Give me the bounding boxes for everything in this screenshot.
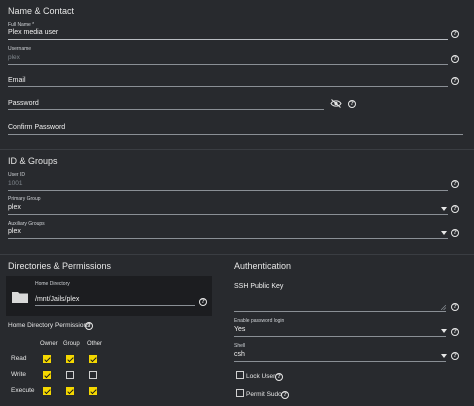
home-dir-label: Home Directory xyxy=(35,281,70,287)
lock-user-label: Lock User xyxy=(246,373,276,380)
checkbox-write-other[interactable] xyxy=(89,371,97,379)
checkbox-read-owner[interactable] xyxy=(43,355,51,363)
checkbox-read-other[interactable] xyxy=(89,355,97,363)
aux-groups-label: Auxiliary Groups xyxy=(8,221,45,227)
enable-password-select[interactable]: Yes xyxy=(234,326,245,333)
permit-sudo-label: Permit Sudo xyxy=(246,391,282,398)
section-divider xyxy=(0,149,474,150)
section-title-id-groups: ID & Groups xyxy=(8,156,58,166)
email-input[interactable]: Email xyxy=(8,77,26,84)
col-other: Other xyxy=(87,341,103,347)
ssh-key-label: SSH Public Key xyxy=(234,283,284,290)
primary-group-label: Primary Group xyxy=(8,196,41,202)
primary-group-select[interactable]: plex xyxy=(8,204,21,211)
checkbox-execute-group[interactable] xyxy=(66,387,74,395)
help-icon[interactable]: ? xyxy=(451,303,459,311)
caret-down-icon[interactable] xyxy=(441,354,447,358)
section-title-authentication: Authentication xyxy=(234,261,292,271)
ssh-key-textarea[interactable] xyxy=(234,293,446,311)
perms-label: Home Directory Permissions xyxy=(8,322,91,329)
row-read-label: Read xyxy=(11,355,27,362)
ssh-key-underline xyxy=(234,311,446,312)
aux-groups-underline xyxy=(8,238,448,239)
confirm-password-input[interactable]: Confirm Password xyxy=(8,124,65,131)
help-icon[interactable]: ? xyxy=(275,373,283,381)
col-owner: Owner xyxy=(40,341,58,347)
eye-off-icon[interactable] xyxy=(330,99,342,108)
help-icon[interactable]: ? xyxy=(451,229,459,237)
caret-down-icon[interactable] xyxy=(441,329,447,333)
full-name-label: Full Name * xyxy=(8,22,35,28)
section-title-directories: Directories & Permissions xyxy=(8,261,112,271)
help-icon[interactable]: ? xyxy=(451,328,459,336)
checkbox-read-group[interactable] xyxy=(66,355,74,363)
caret-down-icon[interactable] xyxy=(441,207,447,211)
help-icon[interactable]: ? xyxy=(451,180,459,188)
shell-underline xyxy=(234,361,446,362)
checkbox-execute-owner[interactable] xyxy=(43,387,51,395)
checkbox-write-group[interactable] xyxy=(66,371,74,379)
section-divider xyxy=(0,254,474,255)
help-icon[interactable]: ? xyxy=(348,100,356,108)
permit-sudo-checkbox[interactable] xyxy=(236,389,244,397)
email-underline xyxy=(8,86,448,87)
section-title-name-contact: Name & Contact xyxy=(8,6,75,16)
checkbox-execute-other[interactable] xyxy=(89,387,97,395)
aux-groups-select[interactable]: plex xyxy=(8,228,21,235)
resize-handle-icon[interactable] xyxy=(441,305,446,310)
password-underline xyxy=(8,109,324,110)
user-id-label: User ID xyxy=(8,172,25,178)
help-icon[interactable]: ? xyxy=(451,77,459,85)
home-dir-underline xyxy=(35,305,195,306)
enable-password-label: Enable password login xyxy=(234,318,285,324)
full-name-input[interactable]: Plex media user xyxy=(8,29,58,36)
help-icon[interactable]: ? xyxy=(85,322,93,330)
help-icon[interactable]: ? xyxy=(451,55,459,63)
row-write-label: Write xyxy=(11,371,27,378)
shell-select[interactable]: csh xyxy=(234,351,245,358)
username-value: plex xyxy=(8,54,20,61)
user-id-value: 1001 xyxy=(8,180,23,187)
help-icon[interactable]: ? xyxy=(451,352,459,360)
username-label: Username xyxy=(8,46,32,52)
row-execute-label: Execute xyxy=(11,387,35,394)
user-id-underline xyxy=(8,190,448,191)
full-name-underline xyxy=(8,39,448,40)
lock-user-checkbox[interactable] xyxy=(236,371,244,379)
help-icon[interactable]: ? xyxy=(451,205,459,213)
password-input[interactable]: Password xyxy=(8,100,39,107)
help-icon[interactable]: ? xyxy=(451,30,459,38)
folder-icon[interactable] xyxy=(12,291,28,303)
username-underline xyxy=(8,64,448,65)
confirm-password-underline xyxy=(8,134,463,135)
caret-down-icon[interactable] xyxy=(441,231,447,235)
checkbox-write-owner[interactable] xyxy=(43,371,51,379)
shell-label: Shell xyxy=(234,343,246,349)
enable-password-underline xyxy=(234,336,446,337)
home-dir-input[interactable]: /mnt/Jails/plex xyxy=(35,296,79,303)
help-icon[interactable]: ? xyxy=(199,298,207,306)
primary-group-underline xyxy=(8,214,448,215)
col-group: Group xyxy=(63,341,80,347)
help-icon[interactable]: ? xyxy=(281,391,289,399)
